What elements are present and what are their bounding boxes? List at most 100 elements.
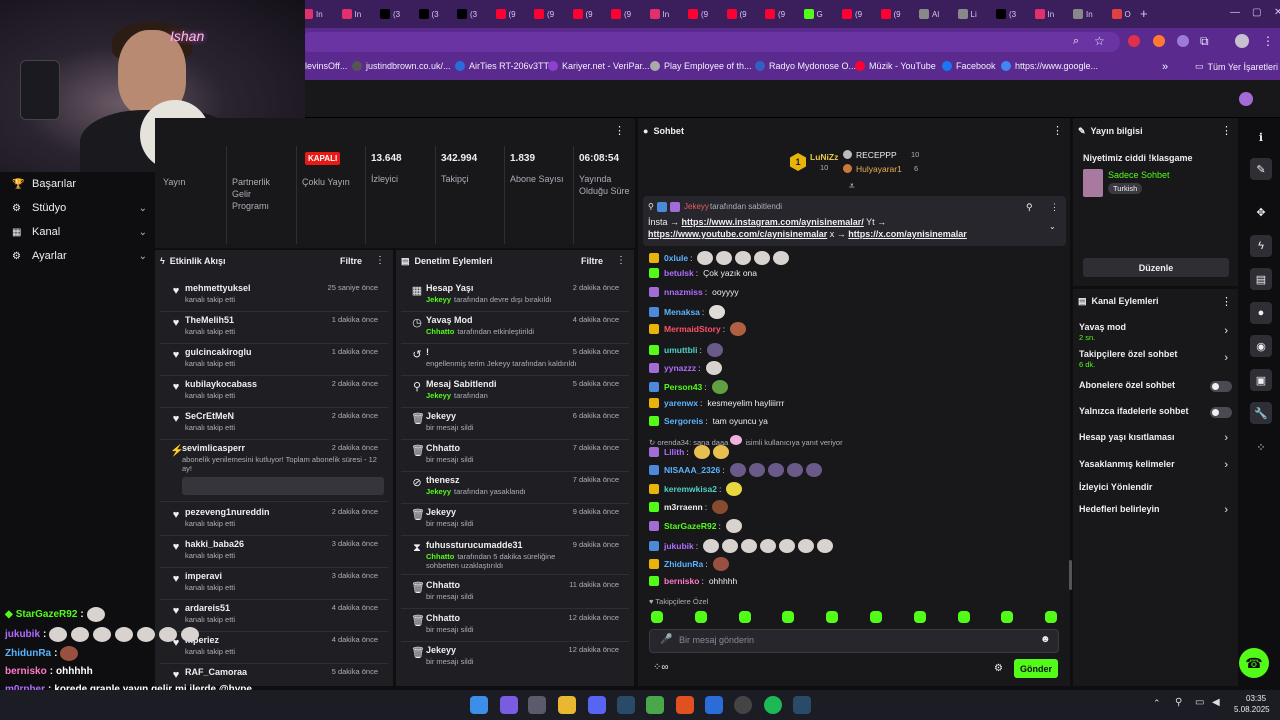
browser-tab[interactable]: Al — [919, 5, 955, 23]
moderation-item[interactable]: ⊘ thenesz Jekeyy tarafından yasaklandı 7 dak… — [401, 475, 629, 505]
browser-tab[interactable]: (9 — [495, 5, 532, 23]
chat-message[interactable]: bernisko: ohhhhh — [649, 576, 737, 586]
chat-message[interactable]: StarGazeR92: — [649, 519, 743, 533]
channel-action-item[interactable]: Yalnızca ifadelerle sohbet — [1079, 406, 1234, 428]
broadcast-icon[interactable]: ◉ — [1250, 335, 1272, 357]
moderation-item[interactable]: ▦ Hesap Yaşı Jekeyy tarafından devre dışı b… — [401, 283, 629, 313]
stats-menu-icon[interactable]: ⋮ — [614, 124, 625, 137]
volume-icon[interactable]: ◀ — [1212, 697, 1220, 708]
quick-emote-icon[interactable] — [738, 611, 751, 623]
bolt-icon[interactable]: ϟ — [1250, 235, 1272, 257]
clock-date[interactable]: 5.08.2025 — [1234, 705, 1270, 714]
microphone-icon[interactable]: 🎤 — [660, 634, 672, 645]
bookmark-item[interactable]: justindbrown.co.uk/... — [352, 61, 451, 71]
chat-message[interactable]: Menaksa: — [649, 305, 726, 319]
channel-actions-menu-icon[interactable]: ⋮ — [1221, 295, 1232, 308]
activity-item[interactable]: ⚡ sevimlicasperr abonelik yenilemesini kut… — [160, 443, 388, 473]
zoom-icon[interactable]: ⌕ — [1073, 35, 1079, 48]
x-link[interactable]: https://x.com/aynisinemalar — [848, 229, 967, 239]
emoji-icon[interactable]: ☻ — [1040, 634, 1051, 645]
moderation-filter-button[interactable]: Filtre — [581, 256, 603, 266]
chat-username[interactable]: yynazzz — [664, 363, 696, 373]
copilot-icon[interactable] — [500, 696, 518, 714]
bookmark-item[interactable]: levinsOff... — [305, 61, 347, 71]
chat-username[interactable]: Person43 — [664, 382, 702, 392]
chat-message[interactable]: nnazmiss: ooyyyy — [649, 287, 739, 297]
quick-emote-icon[interactable] — [1045, 611, 1058, 623]
channel-action-item[interactable]: Takipçilere özel sohbet 6 dk. › — [1079, 349, 1234, 371]
layout-icon[interactable]: ▣ — [1250, 369, 1272, 391]
chat-message[interactable]: keremwkisa2: — [649, 482, 743, 496]
browser-tab[interactable]: (9 — [765, 5, 801, 23]
wrench-icon[interactable]: 🔧 — [1250, 402, 1272, 424]
moderation-item[interactable]: ◷ Yavaş Mod Chhatto tarafından etkinleştiri… — [401, 315, 629, 345]
pinned-menu-icon[interactable]: ⋮ — [1050, 202, 1059, 213]
steam-icon[interactable] — [793, 696, 811, 714]
browser-tab[interactable]: In — [303, 5, 339, 23]
chat-message[interactable]: m3rraenn: — [649, 500, 729, 514]
help-chat-icon[interactable]: ☎ — [1239, 648, 1269, 678]
toggle-switch[interactable] — [1210, 407, 1232, 418]
channel-action-item[interactable]: Yavaş mod 2 sn. › — [1079, 322, 1234, 344]
browser-tab[interactable]: In — [1073, 5, 1109, 23]
instagram-link[interactable]: https://www.instagram.com/aynisinemalar/ — [682, 217, 864, 227]
chat-username[interactable]: MermaidStory — [664, 324, 721, 334]
quick-emote-icon[interactable] — [870, 611, 882, 623]
browser-tab[interactable]: Li — [957, 5, 994, 23]
sidebar-item-2[interactable]: ▦ Kanal ⌄ — [12, 222, 147, 242]
youtube-link[interactable]: https://www.youtube.com/c/aynisinemalar — [648, 229, 827, 239]
activity-item[interactable]: ♥ imperavi kanalı takip etti 3 dakika önce — [160, 571, 388, 599]
browser-tab[interactable]: G — [803, 5, 840, 23]
send-button[interactable]: Gönder — [1014, 659, 1058, 678]
bookmark-item[interactable]: Müzik - YouTube — [855, 61, 936, 71]
browser-tab[interactable]: (9 — [611, 5, 647, 23]
chat-username[interactable]: bernisko — [664, 576, 699, 586]
leader-first-name[interactable]: LuNiZz — [810, 152, 838, 162]
sidebar-item-0[interactable]: 🏆 Başarılar — [12, 174, 147, 194]
pencil-icon[interactable]: ✎ — [1250, 158, 1272, 180]
browser-tab[interactable]: (9 — [842, 5, 878, 23]
chat-message[interactable]: NISAAA_2326: — [649, 463, 823, 477]
moderation-menu-icon[interactable]: ⋮ — [616, 255, 626, 266]
unpin-icon[interactable]: ⚲ — [1026, 202, 1033, 213]
all-bookmarks-button[interactable]: ▭ Tüm Yer İşaretleri — [1195, 61, 1278, 72]
channel-action-item[interactable]: Abonelere özel sohbet — [1079, 380, 1234, 402]
activity-item[interactable]: ♥ hakki_baba26 kanalı takip etti 3 dakika ö… — [160, 539, 388, 567]
chat-username[interactable]: jukubik — [664, 541, 694, 551]
chat-message[interactable]: yynazzz: — [649, 361, 723, 375]
chat-username[interactable]: yarenwx — [664, 398, 698, 408]
category-thumbnail[interactable] — [1083, 169, 1103, 197]
quick-emote-icon[interactable] — [826, 611, 839, 623]
moderation-item[interactable]: 🗑 Chhatto bir mesajı sildi 7 dakika önce — [401, 443, 629, 473]
points-icon[interactable]: ⁘∞ — [653, 662, 669, 673]
channel-action-item[interactable]: İzleyici Yönlendir — [1079, 482, 1234, 504]
edit-stream-button[interactable]: Düzenle — [1083, 258, 1229, 277]
obs-icon[interactable] — [734, 696, 752, 714]
chat-username[interactable]: betulsk — [664, 268, 694, 278]
browser-tab[interactable]: (3 — [380, 5, 416, 23]
channel-action-item[interactable]: Hesap yaşı kısıtlaması › — [1079, 432, 1234, 454]
activity-filter-button[interactable]: Filtre — [340, 256, 362, 266]
activity-item[interactable]: ♥ gulcincakiroglu kanalı takip etti 1 dakik… — [160, 347, 388, 375]
extensions-puzzle-icon[interactable]: ⧉ — [1200, 34, 1209, 49]
move-icon[interactable]: ✥ — [1250, 201, 1272, 223]
chat-message[interactable]: yarenwx: kesmeyelim hayliiirrr — [649, 398, 784, 408]
notes-icon[interactable]: ▤ — [1250, 268, 1272, 290]
chat-scrollbar[interactable] — [1069, 560, 1072, 590]
moderator-name[interactable]: Chhatto — [426, 552, 454, 561]
moderation-item[interactable]: ⧗ fuhussturucumadde31 Chhatto tarafından 5 … — [401, 540, 629, 570]
chrome-icon[interactable] — [646, 696, 664, 714]
chat-username[interactable]: m3rraenn — [664, 502, 703, 512]
chat-username[interactable]: Menaksa — [664, 307, 700, 317]
activity-item[interactable]: ♥ mehmettyuksel kanalı takip etti 25 saniye… — [160, 283, 388, 311]
moderation-item[interactable]: 🗑 Jekeyy bir mesajı sildi 9 dakika önce — [401, 507, 629, 537]
chat-username[interactable]: ZhidunRa — [664, 559, 703, 569]
bookmark-item[interactable]: Facebook — [942, 61, 996, 71]
activity-item[interactable]: ♥ TheMelih51 kanalı takip etti 1 dakika önc… — [160, 315, 388, 343]
moderator-name[interactable]: Jekeyy — [426, 295, 451, 304]
bookmark-item[interactable]: AirTies RT-206v3TT — [455, 61, 549, 71]
mic-tray-icon[interactable]: ⚲ — [1175, 697, 1182, 708]
maximize-icon[interactable]: ▢ — [1252, 7, 1261, 18]
bookmark-item[interactable]: Kariyer.net - VeriPar... — [548, 61, 650, 71]
browser-tab[interactable]: (3 — [996, 5, 1032, 23]
